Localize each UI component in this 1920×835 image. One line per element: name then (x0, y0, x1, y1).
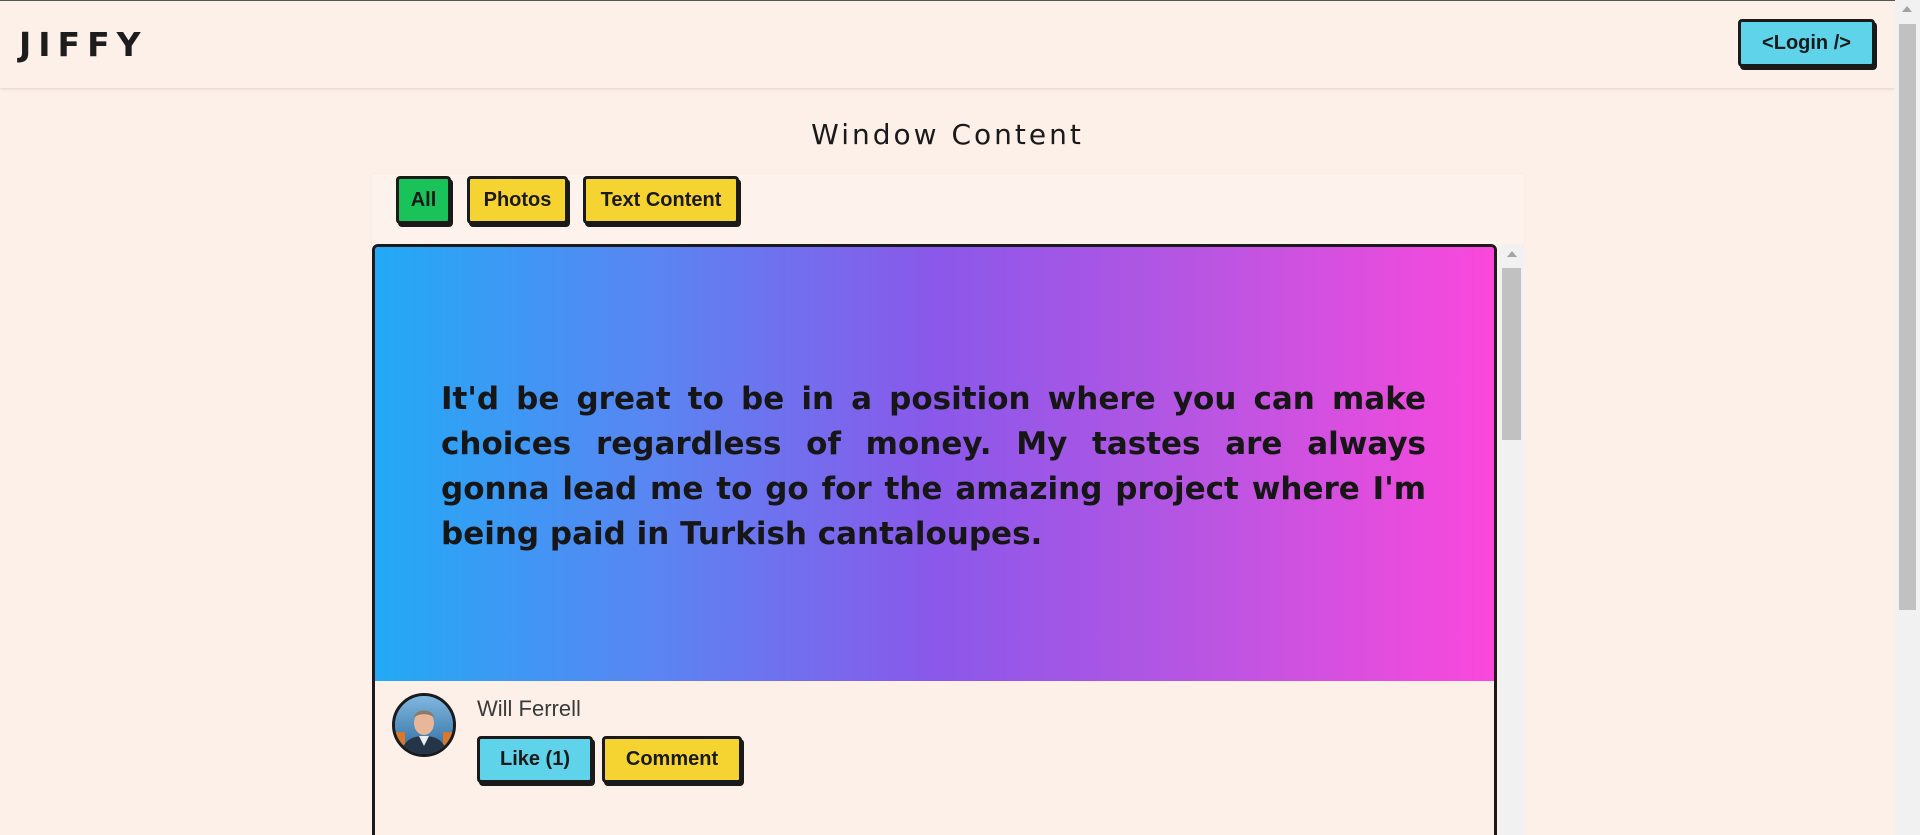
filter-photos-button[interactable]: Photos (467, 176, 568, 224)
comment-button[interactable]: Comment (602, 736, 742, 783)
app-logo[interactable]: JIFFY (19, 25, 148, 64)
page-scrollbar[interactable] (1895, 0, 1920, 835)
like-button[interactable]: Like (1) (477, 736, 593, 783)
feed-scrollbar[interactable] (1499, 244, 1524, 835)
page-title: Window Content (811, 118, 1084, 151)
page: JIFFY <Login /> Window Content All Photo… (0, 0, 1920, 835)
login-button[interactable]: <Login /> (1738, 19, 1875, 67)
filter-text-content-button[interactable]: Text Content (583, 176, 739, 224)
quote-banner: It'd be great to be in a position where … (375, 247, 1494, 681)
page-scroll-up-arrow-icon[interactable] (1902, 6, 1912, 12)
top-header: JIFFY <Login /> (0, 0, 1895, 88)
filter-bar: All Photos Text Content (372, 174, 1524, 244)
filter-all-button[interactable]: All (396, 176, 451, 224)
author-avatar[interactable] (392, 693, 456, 757)
author-name: Will Ferrell (477, 696, 581, 721)
avatar-portrait-icon (395, 696, 453, 754)
scroll-up-arrow-icon[interactable] (1507, 251, 1517, 257)
page-scrollbar-thumb[interactable] (1899, 24, 1916, 610)
post-card: It'd be great to be in a position where … (372, 244, 1497, 835)
quote-text: It'd be great to be in a position where … (441, 381, 1426, 552)
feed-scrollbar-thumb[interactable] (1502, 268, 1521, 440)
content-feed[interactable]: It'd be great to be in a position where … (372, 244, 1524, 835)
